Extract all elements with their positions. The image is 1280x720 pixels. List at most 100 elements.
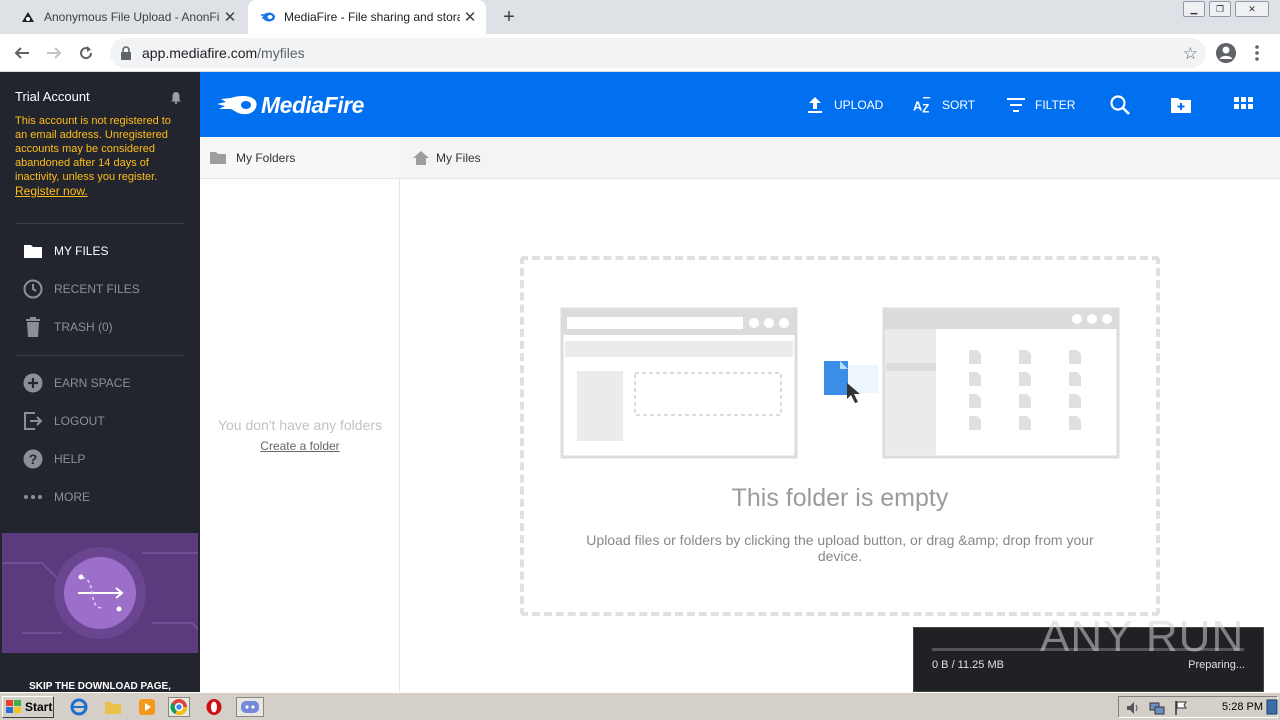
browser-toolbar: app.mediafire.com/myfiles ☆ — [0, 34, 1280, 72]
tab-mediafire[interactable]: MediaFire - File sharing and storage ✕ — [248, 0, 486, 34]
explorer-icon[interactable] — [102, 697, 124, 717]
grid-view-icon[interactable] — [1231, 93, 1255, 117]
folder-icon — [210, 152, 226, 164]
media-player-icon[interactable] — [136, 697, 158, 717]
nav-trash[interactable]: TRASH (0) — [22, 315, 113, 339]
logout-icon — [22, 410, 44, 432]
register-link[interactable]: Register now. — [15, 184, 88, 198]
anonfiles-favicon-icon — [22, 12, 34, 22]
new-tab-button[interactable]: + — [498, 6, 520, 28]
breadcrumb: My Files — [400, 137, 1280, 179]
svg-text:Z: Z — [922, 101, 929, 115]
show-desktop-icon[interactable] — [1266, 696, 1278, 718]
minimize-button[interactable]: ▁ — [1183, 1, 1205, 17]
nav-label: MORE — [54, 490, 90, 504]
browser-menu-icon[interactable] — [1253, 44, 1261, 62]
nav-label: EARN SPACE — [54, 376, 131, 390]
restore-button[interactable]: ❐ — [1209, 1, 1231, 17]
empty-folder-illustration — [560, 307, 1120, 459]
nav-label: TRASH (0) — [54, 320, 113, 334]
account-warning-text: This account is not registered to an ema… — [15, 115, 171, 183]
divider — [16, 223, 184, 224]
account-warning: This account is not registered to an ema… — [15, 114, 185, 199]
folder-icon — [22, 240, 44, 262]
back-button[interactable] — [12, 43, 32, 63]
account-title: Trial Account — [15, 89, 90, 104]
volume-icon[interactable] — [1125, 700, 1141, 716]
system-tray: 5:28 PM — [1118, 696, 1278, 718]
tab-close-icon[interactable]: ✕ — [460, 7, 480, 27]
logo-text: MediaFire — [261, 91, 364, 118]
nav-label: HELP — [54, 452, 86, 466]
upload-icon — [808, 97, 822, 113]
mediafire-logo-icon — [217, 95, 257, 115]
url-path: /myfiles — [257, 45, 305, 61]
nav-label: LOGOUT — [54, 414, 105, 428]
nav-help[interactable]: ? HELP — [22, 447, 85, 471]
new-folder-icon[interactable] — [1169, 93, 1193, 117]
nav-my-files[interactable]: MY FILES — [22, 239, 108, 263]
search-icon[interactable] — [1108, 93, 1132, 117]
address-bar[interactable]: app.mediafire.com/myfiles ☆ — [110, 38, 1206, 68]
filter-button[interactable]: FILTER — [1006, 93, 1075, 117]
clock-icon — [22, 278, 44, 300]
nav-more[interactable]: MORE — [22, 485, 90, 509]
profile-avatar-icon[interactable] — [1215, 42, 1237, 64]
bell-icon[interactable] — [170, 91, 182, 104]
discord-icon[interactable] — [236, 697, 264, 717]
start-button[interactable]: Start — [2, 696, 54, 718]
promo-banner[interactable] — [2, 533, 198, 653]
home-icon[interactable] — [413, 150, 429, 165]
tab-title: Anonymous File Upload - AnonFiles — [44, 10, 220, 24]
network-icon[interactable] — [1149, 700, 1165, 716]
nav-label: MY FILES — [54, 244, 109, 258]
tab-anonfiles[interactable]: Anonymous File Upload - AnonFiles ✕ — [8, 0, 246, 34]
reload-button[interactable] — [76, 43, 96, 63]
mediafire-logo[interactable]: MediaFire — [217, 92, 364, 118]
filter-icon — [1007, 98, 1025, 112]
browser-tabstrip: Anonymous File Upload - AnonFiles ✕ Medi… — [0, 0, 1280, 34]
taskbar: Start 5:28 PM — [0, 692, 1280, 720]
forward-arrow-icon — [47, 47, 62, 59]
folders-pane: My Folders You don't have any folders Cr… — [200, 137, 400, 692]
divider — [16, 355, 184, 356]
sidebar: Trial Account This account is not regist… — [0, 72, 200, 692]
bookmark-star-icon[interactable]: ☆ — [1183, 44, 1198, 64]
nav-label: RECENT FILES — [54, 282, 140, 296]
more-icon — [22, 486, 44, 508]
opera-icon[interactable] — [203, 697, 225, 717]
anyrun-watermark: ANY RUN — [1040, 612, 1245, 661]
filter-label: FILTER — [1035, 98, 1076, 112]
flag-icon[interactable] — [1173, 700, 1189, 716]
empty-folder-subtitle: Upload files or folders by clicking the … — [586, 532, 1094, 564]
start-label: Start — [25, 700, 53, 714]
sort-button[interactable]: AZ SORT — [913, 93, 975, 117]
back-arrow-icon — [14, 47, 29, 59]
nav-earn-space[interactable]: EARN SPACE — [22, 371, 130, 395]
clock: 5:28 PM — [1222, 701, 1263, 713]
plus-circle-icon — [22, 372, 44, 394]
promo-text: SKIP THE DOWNLOAD PAGE, — [29, 681, 171, 692]
chrome-icon[interactable] — [168, 697, 190, 717]
folders-header[interactable]: My Folders — [200, 137, 400, 179]
forward-button[interactable] — [44, 43, 64, 63]
mediafire-favicon-icon — [261, 12, 275, 22]
ie-icon[interactable] — [68, 697, 90, 717]
nav-logout[interactable]: LOGOUT — [22, 409, 105, 433]
close-window-button[interactable]: ✕ — [1235, 1, 1269, 17]
promo-illustration — [2, 533, 198, 653]
tab-close-icon[interactable]: ✕ — [220, 7, 240, 27]
upload-button[interactable]: UPLOAD — [805, 93, 883, 117]
sort-label: SORT — [942, 98, 976, 112]
breadcrumb-current[interactable]: My Files — [436, 151, 481, 165]
sort-az-icon: AZ — [913, 97, 931, 115]
empty-folder-title: This folder is empty — [731, 484, 949, 512]
svg-text:?: ? — [29, 451, 38, 467]
create-folder-link[interactable]: Create a folder — [200, 439, 400, 453]
url-host: app.mediafire.com — [142, 45, 258, 61]
windows-flag-icon — [6, 700, 21, 713]
tab-title: MediaFire - File sharing and storage — [284, 10, 460, 24]
nav-recent-files[interactable]: RECENT FILES — [22, 277, 140, 301]
trash-icon — [22, 316, 44, 338]
svg-text:A: A — [913, 98, 922, 113]
